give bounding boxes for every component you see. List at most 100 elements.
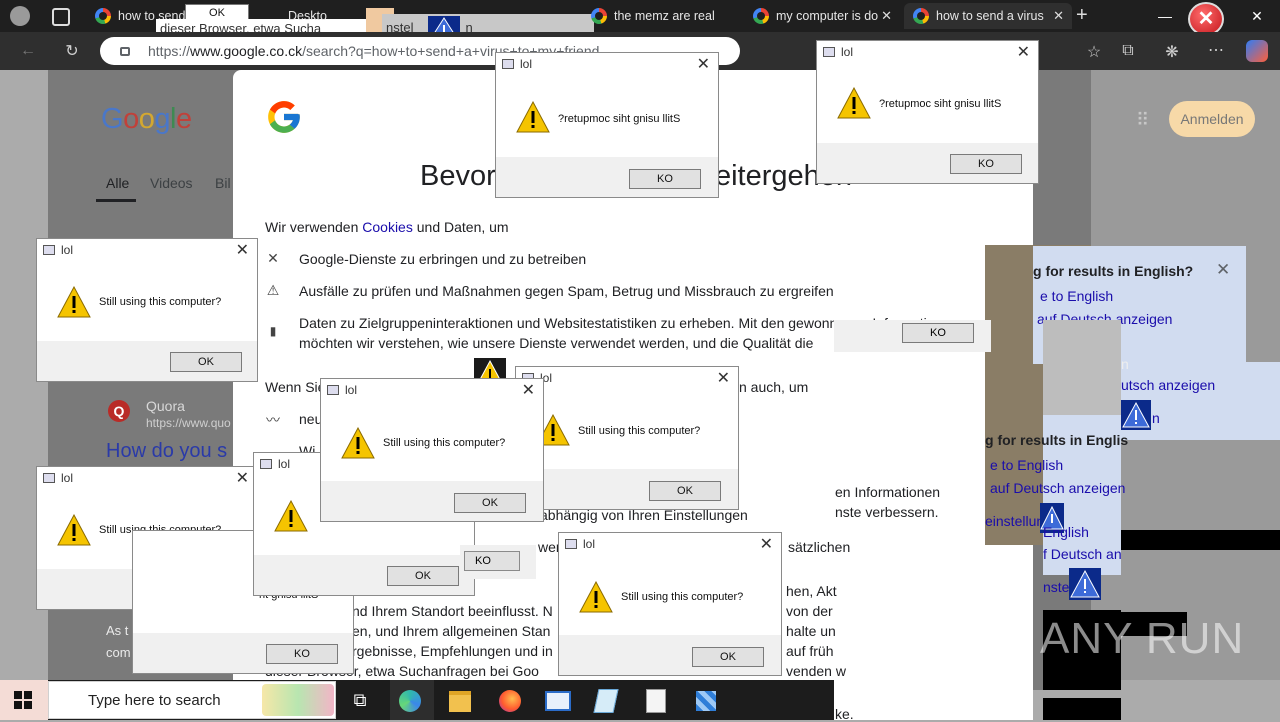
window-icon <box>260 459 272 469</box>
consent-text-fragment: nste verbessern. <box>835 504 939 520</box>
lock-icon <box>120 47 130 56</box>
close-suggestion-icon[interactable]: ✕ <box>1216 260 1230 280</box>
message-box[interactable]: lol ✕ ?retupmoc siht gnisu llitS KO <box>495 52 719 198</box>
close-tab-icon[interactable]: ✕ <box>881 3 892 29</box>
result-snippet-fragment: com <box>106 645 131 660</box>
start-icon[interactable] <box>14 691 32 709</box>
reload-icon[interactable]: ↻ <box>60 41 84 61</box>
menu-icon[interactable]: ⋯ <box>1204 40 1228 60</box>
message-box[interactable]: lol ✕ Still using this computer? OK <box>320 378 544 522</box>
close-icon[interactable]: ✕ <box>522 380 535 400</box>
close-icon[interactable]: ✕ <box>236 240 249 260</box>
close-window-icon[interactable]: ✕ <box>1234 0 1280 32</box>
window-icon <box>43 245 55 255</box>
file-explorer-icon[interactable] <box>440 684 480 716</box>
show-german-link[interactable]: utsch anzeigen <box>1121 377 1215 393</box>
consent-text-fragment: rgebnisse, Empfehlungen und in <box>352 643 553 659</box>
ko-button-remnant[interactable]: KO <box>902 323 974 343</box>
google-g-logo <box>265 98 303 146</box>
close-icon[interactable]: ✕ <box>1017 42 1030 62</box>
ok-button[interactable]: OK <box>170 352 242 372</box>
google-favicon-icon <box>753 8 769 24</box>
firefox-icon[interactable] <box>490 684 530 716</box>
message-box[interactable]: lol ✕ Still using this computer? OK <box>515 366 739 510</box>
switch-english-link[interactable]: e to English <box>990 457 1063 473</box>
dialog-title: lol <box>583 537 596 551</box>
message-box[interactable]: lol ✕ ?retupmoc siht gnisu llitS KO <box>816 40 1039 184</box>
ko-button[interactable]: KO <box>629 169 701 189</box>
dialog-message: ?retupmoc siht gnisu llitS <box>558 113 681 125</box>
dialog-title: lol <box>345 383 358 397</box>
new-tab-icon[interactable]: + <box>1076 4 1088 27</box>
tab-label: my computer is do <box>776 9 879 23</box>
warning-icon <box>341 427 375 459</box>
minimize-icon[interactable]: — <box>1142 0 1188 32</box>
back-icon[interactable]: ← <box>16 42 40 60</box>
notepad-icon[interactable] <box>586 684 626 716</box>
consent-text-fragment: venden w <box>786 663 846 679</box>
tab-how-to-send-virus[interactable]: how to send a virus ✕ <box>904 3 1072 29</box>
result-site-name: Quora <box>146 398 185 414</box>
english-suggestion-heading: g for results in English? <box>1033 263 1194 279</box>
consent-item: Google-Dienste zu erbringen und zu betre… <box>299 251 587 267</box>
consent-text-fragment: en, und Ihrem allgemeinen Stan <box>352 623 551 639</box>
message-box[interactable]: lol ✕ Still using this computer? OK <box>558 532 782 676</box>
english-suggestion-heading: g for results in Englis <box>985 432 1129 448</box>
text-fragment: English <box>1043 524 1089 540</box>
regedit-icon[interactable] <box>686 684 726 716</box>
ok-button[interactable]: OK <box>387 566 459 586</box>
consent-text-fragment: hen, Akt <box>786 583 837 599</box>
close-icon[interactable]: ✕ <box>717 368 730 388</box>
consent-text-fragment: von der <box>786 603 833 619</box>
consent-text-fragment: n auch, um <box>739 379 809 395</box>
show-german-link[interactable]: auf Deutsch anzeigen <box>990 480 1125 496</box>
search-decoration-icon <box>262 684 334 716</box>
nav-tab-images[interactable]: Bil <box>215 175 231 191</box>
anyrun-watermark: ANY RUN <box>1040 614 1245 663</box>
cookies-link[interactable]: Cookies <box>362 219 413 235</box>
nav-tab-all[interactable]: Alle <box>106 175 129 191</box>
extensions-icon[interactable]: ❋ <box>1160 42 1184 62</box>
tab-desktop[interactable]: Deskto <box>256 3 366 29</box>
consent-text-fragment: neu <box>299 411 323 427</box>
tab-actions-icon[interactable] <box>52 8 70 26</box>
apps-icon[interactable]: ⠿ <box>1136 110 1149 131</box>
close-icon[interactable]: ✕ <box>760 534 773 554</box>
tab-my-computer[interactable]: my computer is do ✕ <box>744 3 900 29</box>
close-icon[interactable]: ✕ <box>697 54 710 74</box>
task-view-icon[interactable]: ⧉ <box>340 684 380 716</box>
text-fragment: n <box>1121 356 1129 372</box>
profile-icon[interactable] <box>10 6 30 26</box>
tab-memz[interactable]: the memz are real <box>582 3 738 29</box>
close-icon[interactable]: ✕ <box>236 468 249 488</box>
settings-link-fragment[interactable]: einstellun <box>985 513 1044 529</box>
ok-button[interactable]: OK <box>649 481 721 501</box>
close-tab-icon[interactable]: ✕ <box>1053 3 1064 29</box>
switch-english-link[interactable]: e to English <box>1040 288 1113 304</box>
black-block <box>1043 698 1121 720</box>
error-icon: ✕ <box>1188 2 1224 36</box>
ok-button[interactable]: OK <box>454 493 526 513</box>
google-logo[interactable]: Google <box>101 103 192 136</box>
app-icon[interactable] <box>636 684 676 716</box>
ko-button[interactable]: KO <box>266 644 338 664</box>
quora-favicon-icon: Q <box>108 400 130 422</box>
collections-icon[interactable]: ⧉ <box>1116 42 1140 60</box>
nav-tab-videos[interactable]: Videos <box>150 175 193 191</box>
ko-button-remnant[interactable]: KO <box>464 551 520 571</box>
ok-button[interactable]: OK <box>692 647 764 667</box>
result-title-link[interactable]: How do you s <box>106 440 227 463</box>
message-box[interactable]: lol ✕ Still using this computer? OK <box>36 238 258 382</box>
star-icon[interactable]: ☆ <box>1082 42 1106 62</box>
google-g-icon <box>268 101 300 133</box>
warning-icon <box>579 581 613 613</box>
dialog-title: lol <box>841 45 854 59</box>
edge-active-indicator <box>390 680 434 720</box>
app-window-icon[interactable] <box>538 684 578 716</box>
dialog-message: ?retupmoc siht gnisu llitS <box>879 98 1002 110</box>
warning-icon <box>1069 568 1101 600</box>
ko-button[interactable]: KO <box>950 154 1022 174</box>
sign-in-button[interactable]: Anmelden <box>1169 101 1255 137</box>
copilot-icon[interactable] <box>1246 40 1268 62</box>
warning-icon <box>274 500 308 532</box>
